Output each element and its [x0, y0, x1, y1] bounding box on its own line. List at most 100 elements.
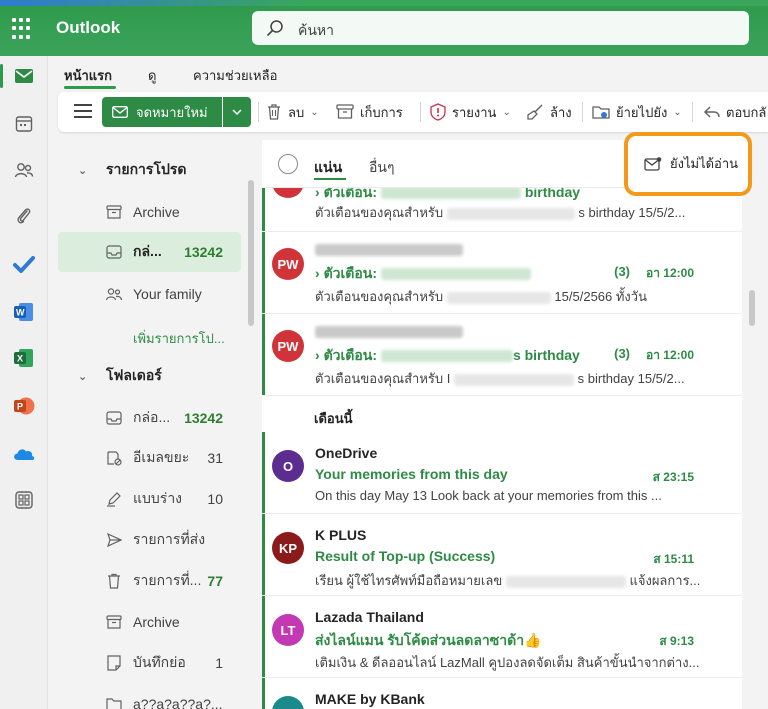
scrollbar-thumb[interactable]: [248, 180, 254, 326]
chevron-down-icon[interactable]: ⌄: [673, 107, 681, 118]
report-label: รายงาน: [452, 104, 497, 120]
avatar: PW: [272, 330, 304, 362]
tab-other[interactable]: อื่นๆ: [369, 157, 395, 179]
preview-end: แจ้งผลการ...: [629, 573, 701, 588]
message-sender: Lazada Thailand: [315, 609, 424, 625]
tab-home[interactable]: หน้าแรก: [64, 65, 112, 86]
preview-end: 15/5/2566 ทั้งวัน: [554, 289, 647, 304]
app-launcher-icon[interactable]: [12, 18, 34, 40]
message-row[interactable]: PW › ตัวเตือน: (3) อา 12:00 ตัวเตือนของค…: [262, 232, 742, 314]
preview-start: เรียน ผู้ใช้ไทรศัพท์มือถือหมายเลข: [315, 573, 503, 588]
redacted-sender: [315, 326, 463, 338]
mail-unread-icon: [644, 156, 662, 171]
message-row[interactable]: PW › ตัวเตือน: s birthday (3) อา 12:00 ต…: [262, 314, 742, 396]
folder-item-notes[interactable]: บันทึกย่อ 1: [58, 643, 241, 683]
sweep-button[interactable]: ล้าง: [526, 102, 572, 122]
folders-header[interactable]: ⌄ โฟลเดอร์: [58, 356, 248, 396]
new-mail-button[interactable]: จดหมายใหม่: [102, 97, 222, 127]
onedrive-icon[interactable]: [10, 440, 38, 468]
message-row[interactable]: O OneDrive Your memories from this day ส…: [262, 432, 742, 514]
favorites-header[interactable]: ⌄ รายการโปรด: [58, 150, 248, 190]
highlight-annotation: ยังไม่ได้อ่าน: [624, 132, 752, 196]
scrollbar-thumb[interactable]: [749, 290, 755, 326]
chevron-down-icon[interactable]: ⌄: [310, 107, 318, 118]
search-input[interactable]: ค้นหา: [298, 20, 334, 42]
tab-help[interactable]: ความช่วยเหลือ: [193, 65, 277, 86]
app-title[interactable]: Outlook: [56, 18, 120, 38]
redacted-text: [446, 207, 575, 220]
folder-item-unknown[interactable]: a??a?a??a?...: [58, 684, 241, 709]
move-to-button[interactable]: ย้ายไปยัง ⌄: [592, 102, 682, 122]
folder-label: อีเมลขยะ: [133, 449, 190, 465]
reply-all-button[interactable]: ตอบกลั: [704, 102, 766, 122]
new-mail-dropdown[interactable]: [223, 97, 251, 127]
broom-icon: [527, 104, 543, 120]
folder-item-deleted[interactable]: รายการที่... 77: [58, 561, 241, 601]
calendar-icon[interactable]: [10, 110, 38, 138]
excel-icon[interactable]: X: [10, 344, 38, 372]
folder-label: รายการที่...: [133, 572, 202, 588]
unread-count: 1: [215, 655, 223, 671]
folder-scrollbar[interactable]: [248, 140, 254, 709]
folder-pane: ⌄ รายการโปรด Archive กล่... 13242 Your f…: [58, 140, 258, 709]
report-button[interactable]: รายงาน ⌄: [430, 102, 511, 122]
folder-item-inbox-fav[interactable]: กล่... 13242: [58, 232, 241, 272]
more-apps-icon[interactable]: [10, 486, 38, 514]
redacted-text: [380, 268, 531, 281]
search-icon: [267, 20, 283, 36]
folder-item-archive-fav[interactable]: Archive: [58, 192, 241, 232]
folder-item-sent[interactable]: รายการที่ส่ง: [58, 520, 241, 560]
menu-icon[interactable]: [74, 104, 92, 118]
ribbon-tabs: หน้าแรก ดู ความช่วยเหลือ: [48, 56, 768, 92]
add-favorite-link[interactable]: เพิ่มรายการโป...: [133, 328, 225, 349]
unread-filter-button[interactable]: ยังไม่ได้อ่าน: [644, 153, 738, 174]
app-rail: W X P: [0, 56, 48, 709]
folder-label: บันทึกย่อ: [133, 654, 186, 670]
word-icon[interactable]: W: [10, 298, 38, 326]
inbox-icon: [104, 242, 124, 262]
message-subject: › ตัวเตือน:: [315, 263, 531, 285]
toolbar-divider: [692, 102, 693, 122]
folder-label: กล่...: [133, 243, 162, 259]
message-preview: ตัวเตือนของคุณสำหรับ s birthday 15/5/2..…: [315, 202, 685, 223]
folder-item-inbox[interactable]: กล่อ... 13242: [58, 398, 241, 438]
reply-all-label: ตอบกลั: [726, 104, 767, 120]
message-subject: Result of Top-up (Success): [315, 548, 496, 564]
tab-focused[interactable]: แน่น: [314, 157, 342, 179]
folders-header-label: โฟลเดอร์: [106, 367, 162, 383]
message-preview: ตัวเตือนของคุณสำหรับ 15/5/2566 ทั้งวัน: [315, 286, 647, 307]
preview-end: s birthday 15/5/2...: [577, 371, 685, 386]
mail-icon[interactable]: [10, 62, 38, 90]
tab-active-indicator: [314, 178, 346, 180]
powerpoint-icon[interactable]: P: [10, 392, 38, 420]
people-icon[interactable]: [10, 156, 38, 184]
svg-text:W: W: [16, 308, 25, 318]
message-list-scrollbar[interactable]: [748, 140, 756, 709]
message-subject: Your memories from this day: [315, 466, 508, 482]
folder-item-drafts[interactable]: แบบร่าง 10: [58, 479, 241, 519]
tab-view[interactable]: ดู: [148, 65, 156, 86]
folder-item-junk[interactable]: อีเมลขยะ 31: [58, 438, 241, 478]
chevron-down-icon[interactable]: ⌄: [78, 164, 87, 177]
message-list: › ตัวเตือน: birthday ตัวเตือนของคุณสำหรั…: [262, 140, 742, 709]
chevron-down-icon[interactable]: ⌄: [78, 370, 87, 383]
attachment-icon[interactable]: [10, 202, 38, 230]
todo-icon[interactable]: [10, 250, 38, 278]
message-preview: ตัวเตือนของคุณสำหรับ I s birthday 15/5/2…: [315, 368, 685, 389]
message-row[interactable]: LT Lazada Thailand ส่งไลน์แมน รับโค้ดส่ว…: [262, 596, 742, 678]
rail-active-indicator: [0, 64, 3, 88]
message-sender: MAKE by KBank: [315, 691, 425, 707]
message-row[interactable]: MAKE by KBank: [262, 678, 742, 709]
message-row[interactable]: KP K PLUS Result of Top-up (Success) ส 1…: [262, 514, 742, 596]
redacted-text: [446, 291, 551, 304]
folder-item-your-family[interactable]: Your family: [58, 274, 241, 314]
chevron-down-icon[interactable]: ⌄: [502, 107, 510, 118]
unread-count: 31: [207, 450, 223, 466]
folder-item-archive[interactable]: Archive: [58, 602, 241, 642]
search-box[interactable]: ค้นหา: [252, 11, 749, 45]
new-mail-label: จดหมายใหม่: [136, 104, 208, 120]
delete-button[interactable]: ลบ ⌄: [266, 102, 319, 122]
archive-button[interactable]: เก็บการ: [336, 102, 403, 122]
select-all-checkbox[interactable]: [278, 154, 298, 174]
message-subject: ส่งไลน์แมน รับโค้ดส่วนลดลาซาด้า👍: [315, 632, 542, 648]
